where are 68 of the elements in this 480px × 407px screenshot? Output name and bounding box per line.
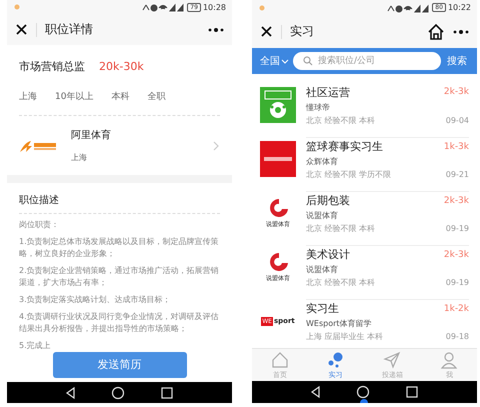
job-title[interactable]: 后期包装: [306, 193, 350, 208]
home-icon[interactable]: [427, 22, 445, 40]
ring-mark-icon: [267, 197, 289, 219]
page-title: 职位详情: [45, 21, 94, 38]
company-name: 懂球帝: [306, 102, 331, 112]
notification-dot-icon: [258, 4, 266, 12]
post-date: 09-18: [446, 332, 469, 341]
company-logo: [260, 87, 296, 123]
company-logo: [260, 141, 296, 177]
recents-icon[interactable]: [405, 385, 420, 399]
post-date: 09-21: [446, 170, 469, 179]
company-city: 上海: [71, 152, 88, 163]
company-name: 说盟体育: [306, 210, 339, 221]
job-tag: 全职: [147, 90, 166, 103]
post-date: 09-04: [446, 116, 469, 124]
salary: 2k-3k: [444, 250, 469, 260]
job-title: 市场营销总监: [19, 58, 85, 74]
status-icons: [141, 2, 186, 12]
job-details: 北京 经验不限 本科: [306, 277, 376, 288]
description-text: 4.负责调研行业状况及同行竞争企业情况，对调研及评估结果出具分析报告，并提出指导性的市场策略；: [19, 310, 220, 335]
post-date: 09-19: [446, 224, 469, 233]
job-details: 上海 应届毕业生 本科: [306, 331, 384, 342]
post-date: 09-19: [446, 278, 469, 287]
description-text: 岗位职责：: [19, 218, 60, 231]
description-text: 3.负责制定落实战略计划、达成市场目标；: [19, 294, 172, 306]
job-tag: 10年以上: [55, 90, 94, 103]
salary: 20k-30k: [99, 60, 144, 73]
clock-time: 10:22: [448, 3, 471, 12]
search-button[interactable]: 搜索: [445, 54, 469, 68]
back-icon[interactable]: [310, 385, 321, 399]
page-title: 实习: [290, 23, 315, 40]
job-details: 北京 经验不限 本科: [306, 114, 376, 126]
search-field[interactable]: 搜索职位/公司: [293, 52, 441, 70]
description-text: 2.负责制定企业营销策略，通过市场推广活动，拓展营销渠道，扩大市场占有率；: [19, 264, 220, 289]
job-title[interactable]: 篮球赛事实习生: [306, 139, 383, 154]
description-text: 5.完成上: [19, 340, 52, 352]
job-title[interactable]: 美术设计: [306, 247, 350, 262]
company-name: WEsport体育留学: [306, 318, 373, 329]
notification-dot-icon: [13, 3, 21, 12]
job-details: 北京 经验不限 学历不限: [306, 169, 392, 180]
job-title[interactable]: 社区运营: [306, 84, 350, 100]
section-heading: 职位描述: [19, 182, 220, 214]
status-icons: [386, 2, 430, 12]
job-tag: 上海: [19, 90, 37, 103]
recents-icon[interactable]: [160, 386, 174, 400]
clock-time: 10:28: [202, 2, 226, 12]
search-icon: [303, 56, 313, 66]
close-icon[interactable]: [15, 23, 28, 36]
back-icon[interactable]: [64, 386, 76, 400]
salary: 2k-3k: [444, 196, 469, 206]
salary: 1k-2k: [444, 304, 469, 314]
more-icon[interactable]: [208, 26, 224, 33]
caret-icon: [281, 58, 289, 64]
salary: 1k-3k: [444, 142, 469, 152]
company-name: 众辉体育: [306, 156, 339, 167]
more-icon[interactable]: [453, 28, 469, 34]
company-name: 说盟体育: [306, 264, 339, 275]
job-tag: 本科: [111, 90, 130, 103]
description-text: 1.负责制定总体市场发展战略以及目标，制定品牌宣传策略，树立良好的企业形象；: [19, 236, 220, 260]
close-icon[interactable]: [260, 25, 273, 38]
dots-icon[interactable]: [326, 350, 344, 368]
salary: 2k-3k: [444, 87, 469, 97]
company-name[interactable]: 阿里体育: [71, 128, 199, 142]
job-details: 北京 经验不限 本科: [306, 223, 376, 234]
region-dropdown[interactable]: 全国: [260, 54, 289, 68]
send-resume-button[interactable]: 发送简历: [52, 352, 186, 378]
ring-mark-icon: [267, 251, 289, 273]
job-title[interactable]: 实习生: [306, 301, 339, 316]
